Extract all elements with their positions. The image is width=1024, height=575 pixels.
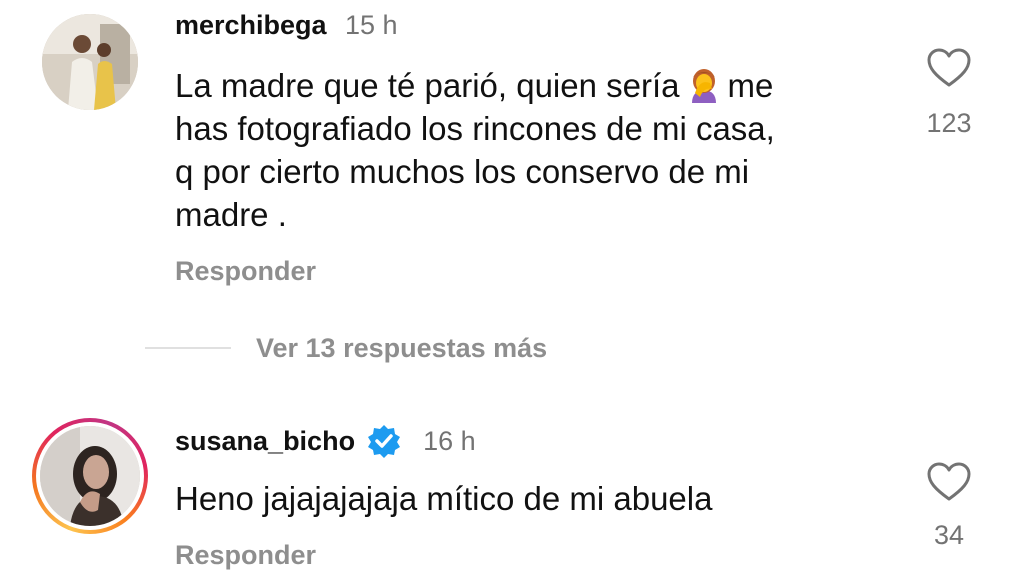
comment-timestamp: 15 h — [345, 10, 398, 40]
avatar — [40, 426, 140, 526]
like-count: 123 — [926, 108, 972, 138]
reply-button[interactable]: Responder — [175, 256, 316, 287]
like-count: 34 — [933, 520, 965, 550]
view-more-replies-button[interactable]: Ver 13 respuestas más — [256, 333, 547, 364]
reply-button[interactable]: Responder — [175, 540, 316, 571]
comment-username[interactable]: merchibega — [175, 10, 327, 40]
heart-icon — [927, 48, 971, 87]
comment-username[interactable]: susana_bicho — [175, 426, 355, 457]
comment-text: Heno jajajajajaja mítico de mi abuela — [175, 480, 713, 517]
divider — [145, 347, 231, 349]
like-button[interactable] — [925, 462, 973, 502]
verified-badge-icon — [367, 424, 401, 458]
avatar-story-ring[interactable] — [32, 418, 148, 534]
heart-icon — [927, 462, 971, 501]
comment-text: La madre que té parió, quien sería me ha… — [175, 67, 775, 233]
woman-facepalming-emoji-icon — [686, 67, 722, 103]
comment-timestamp: 16 h — [423, 425, 476, 456]
like-button[interactable] — [925, 48, 973, 88]
avatar[interactable] — [42, 14, 138, 110]
